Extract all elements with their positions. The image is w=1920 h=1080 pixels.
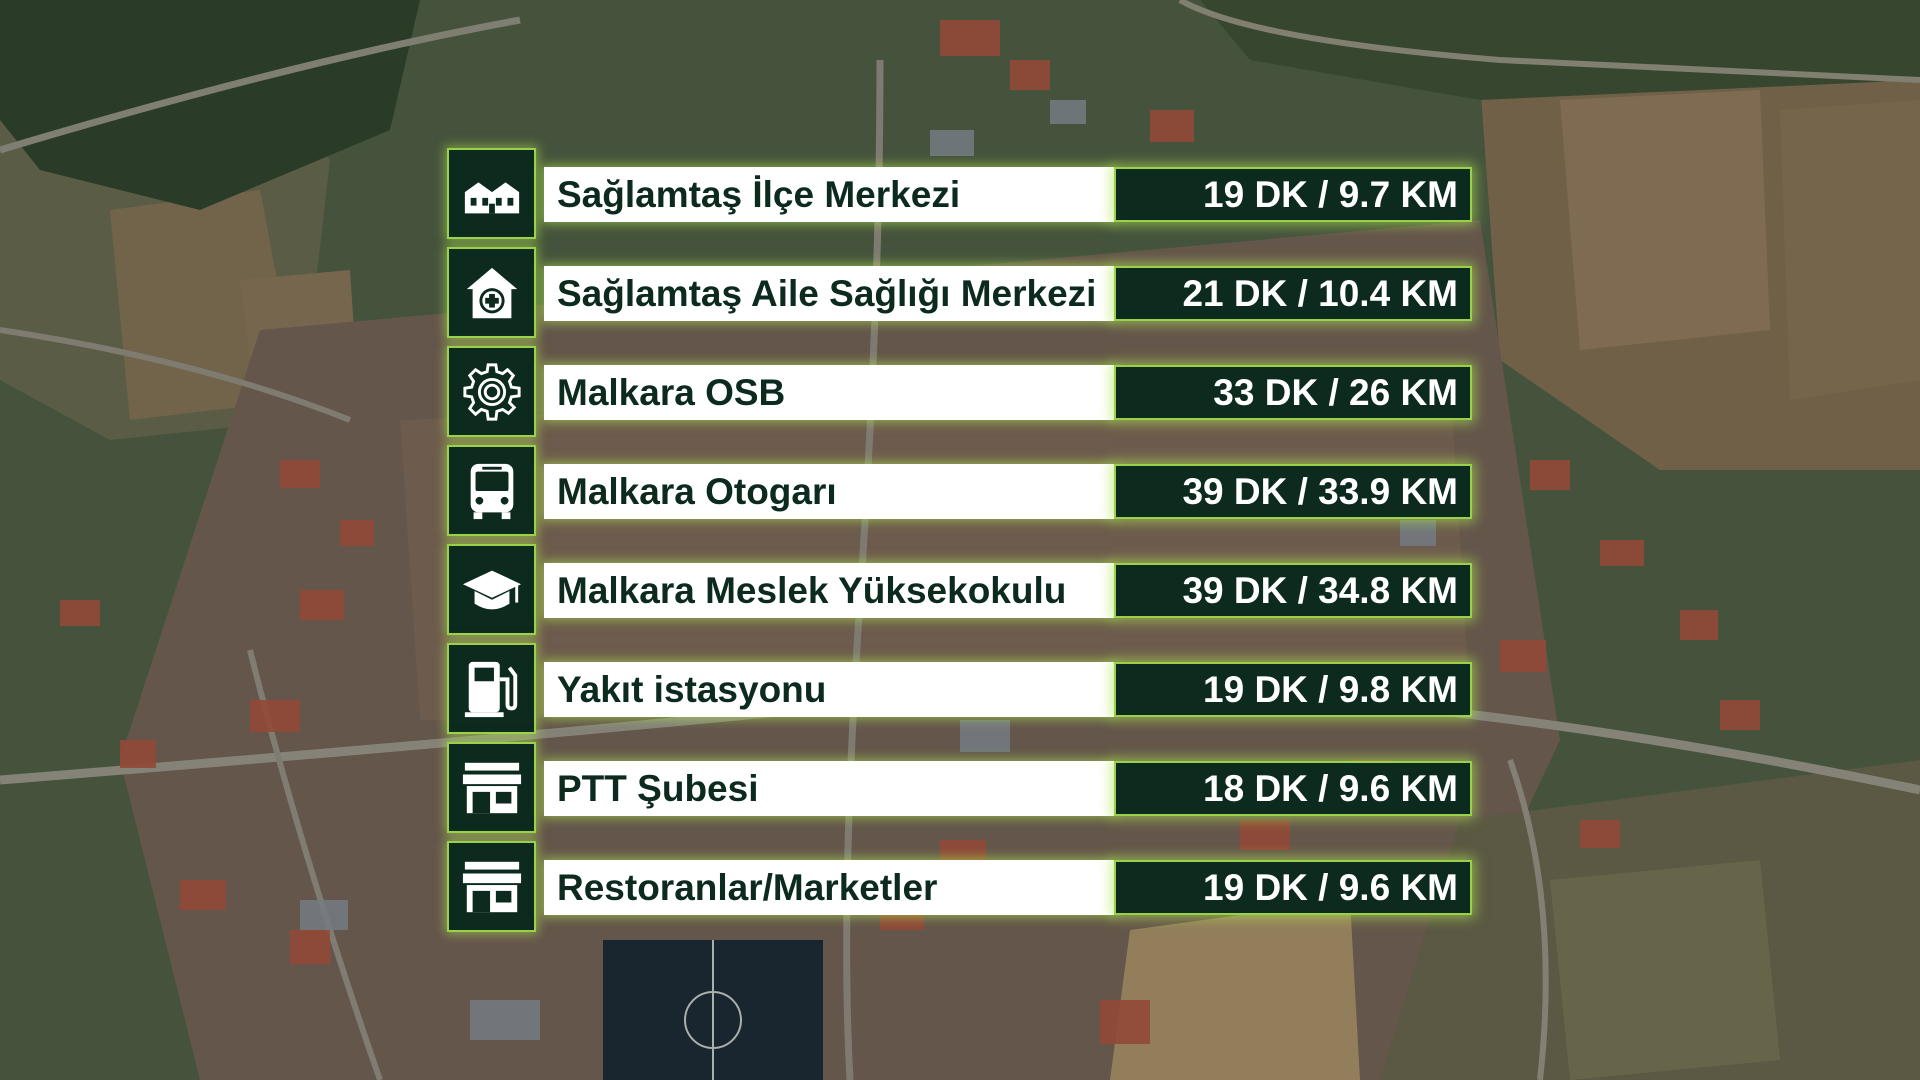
- graduation-cap-icon: [447, 544, 536, 635]
- gear-icon: [447, 346, 536, 437]
- item-label: PTT Şubesi: [544, 761, 1114, 816]
- town-buildings-icon: [447, 148, 536, 239]
- fuel-pump-icon: [447, 643, 536, 734]
- list-item-malkara-osb: Malkara OSB 33 DK / 26 KM: [447, 346, 1472, 445]
- item-distance: 39 DK / 34.8 KM: [1114, 563, 1472, 618]
- item-distance: 19 DK / 9.7 KM: [1114, 167, 1472, 222]
- item-distance: 21 DK / 10.4 KM: [1114, 266, 1472, 321]
- distance-list: Sağlamtaş İlçe Merkezi 19 DK / 9.7 KM Sa…: [447, 148, 1472, 940]
- list-item-ptt-subesi: PTT Şubesi 18 DK / 9.6 KM: [447, 742, 1472, 841]
- item-label: Sağlamtaş İlçe Merkezi: [544, 167, 1114, 222]
- item-distance: 19 DK / 9.8 KM: [1114, 662, 1472, 717]
- list-item-restoranlar-marketler: Restoranlar/Marketler 19 DK / 9.6 KM: [447, 841, 1472, 940]
- store-icon: [447, 742, 536, 833]
- item-label: Malkara OSB: [544, 365, 1114, 420]
- item-label: Malkara Otogarı: [544, 464, 1114, 519]
- list-item-meslek-yuksekokulu: Malkara Meslek Yüksekokulu 39 DK / 34.8 …: [447, 544, 1472, 643]
- list-item-yakit-istasyonu: Yakıt istasyonu 19 DK / 9.8 KM: [447, 643, 1472, 742]
- item-distance: 19 DK / 9.6 KM: [1114, 860, 1472, 915]
- item-label: Yakıt istasyonu: [544, 662, 1114, 717]
- item-distance: 39 DK / 33.9 KM: [1114, 464, 1472, 519]
- list-item-otogar: Malkara Otogarı 39 DK / 33.9 KM: [447, 445, 1472, 544]
- item-distance: 33 DK / 26 KM: [1114, 365, 1472, 420]
- bus-icon: [447, 445, 536, 536]
- item-label: Sağlamtaş Aile Sağlığı Merkezi: [544, 266, 1114, 321]
- list-item-ilce-merkezi: Sağlamtaş İlçe Merkezi 19 DK / 9.7 KM: [447, 148, 1472, 247]
- list-item-aile-sagligi: Sağlamtaş Aile Sağlığı Merkezi 21 DK / 1…: [447, 247, 1472, 346]
- item-label: Malkara Meslek Yüksekokulu: [544, 563, 1114, 618]
- health-house-icon: [447, 247, 536, 338]
- store-icon: [447, 841, 536, 932]
- item-distance: 18 DK / 9.6 KM: [1114, 761, 1472, 816]
- item-label: Restoranlar/Marketler: [544, 860, 1114, 915]
